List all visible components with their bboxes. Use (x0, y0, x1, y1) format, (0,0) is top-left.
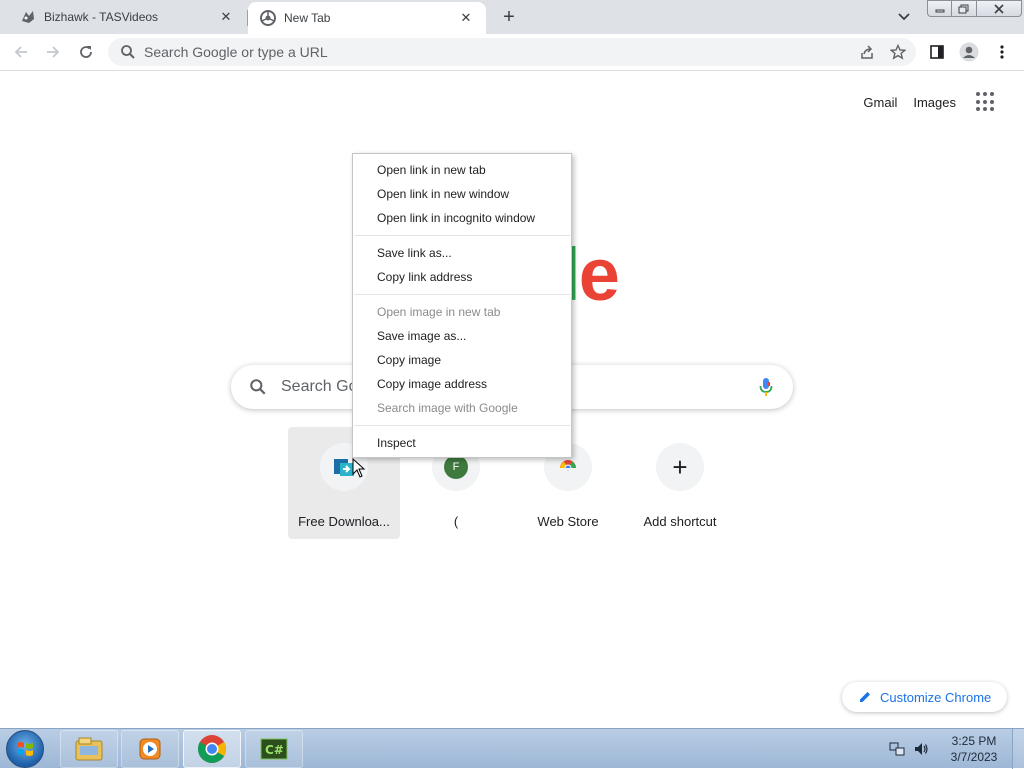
start-button[interactable] (6, 730, 44, 768)
address-placeholder: Search Google or type a URL (144, 44, 328, 60)
back-arrow-icon (14, 46, 27, 58)
media-player-icon (139, 738, 161, 760)
show-desktop-button[interactable] (1012, 729, 1024, 769)
bookmark-star-icon[interactable] (885, 39, 911, 65)
tab-close-icon[interactable]: ✕ (458, 10, 474, 26)
browser-toolbar: Search Google or type a URL (0, 34, 1024, 71)
side-panel-button[interactable] (924, 39, 950, 65)
reload-button[interactable] (73, 39, 99, 65)
minimize-button[interactable] (927, 0, 952, 17)
shortcut-label: Free Downloa... (298, 514, 390, 529)
profile-button[interactable] (956, 39, 982, 65)
taskbar: C# 3:25 PM 3/7/2023 (0, 728, 1024, 769)
tab-bizhawk[interactable]: Bizhawk - TASVideos ✕ (0, 0, 246, 34)
images-link[interactable]: Images (913, 95, 956, 110)
customize-chrome-button[interactable]: Customize Chrome (842, 682, 1007, 712)
share-icon[interactable] (854, 39, 880, 65)
tab-strip: Bizhawk - TASVideos ✕ New Tab ✕ + (0, 0, 1024, 34)
tab-title: Bizhawk - TASVideos (44, 10, 159, 24)
restore-button[interactable] (952, 0, 977, 17)
menu-copy-image[interactable]: Copy image (353, 349, 571, 371)
kebab-menu-icon (1000, 45, 1004, 59)
taskbar-chrome[interactable] (183, 730, 241, 768)
system-tray (888, 729, 936, 769)
shortcut-label: Web Store (537, 514, 599, 529)
menu-open-link-new-tab[interactable]: Open link in new tab (353, 159, 571, 181)
tab-close-icon[interactable]: ✕ (218, 9, 234, 25)
forward-button[interactable] (40, 39, 66, 65)
mouse-cursor-icon (352, 458, 366, 478)
menu-separator (354, 425, 570, 426)
menu-separator (354, 235, 570, 236)
forward-arrow-icon (47, 46, 60, 58)
bizhawk-favicon-icon (20, 9, 36, 25)
shortcut-label: ( (453, 514, 459, 529)
side-panel-icon (930, 45, 944, 59)
shortcut-add[interactable]: + Add shortcut (624, 427, 736, 539)
windows-explorer-icon (75, 737, 103, 761)
taskbar-csharp-ide[interactable]: C# (245, 730, 303, 768)
pencil-icon (858, 690, 872, 704)
clock-time: 3:25 PM (951, 734, 997, 748)
shortcut-label: Add shortcut (643, 514, 717, 529)
address-bar[interactable]: Search Google or type a URL (108, 38, 916, 66)
windows-logo-icon (17, 742, 33, 756)
tab-title: New Tab (284, 11, 331, 25)
plus-icon: + (656, 443, 704, 491)
new-tab-button[interactable]: + (497, 5, 521, 29)
menu-separator (354, 294, 570, 295)
taskbar-media-player[interactable] (121, 730, 179, 768)
avatar-letter: F (444, 455, 468, 479)
chrome-favicon-icon (260, 10, 276, 26)
reload-icon (80, 46, 92, 58)
chrome-menu-button[interactable] (989, 39, 1015, 65)
profile-avatar-icon (959, 42, 979, 62)
menu-search-image-google: Search image with Google (377, 401, 518, 415)
csharp-ide-icon: C# (260, 738, 288, 760)
chrome-icon (198, 735, 226, 763)
menu-save-image-as[interactable]: Save image as... (353, 325, 571, 347)
menu-open-link-incognito[interactable]: Open link in incognito window (353, 207, 571, 229)
search-icon (249, 378, 267, 396)
menu-copy-link-address[interactable]: Copy link address (353, 266, 571, 288)
taskbar-explorer[interactable] (60, 730, 118, 768)
menu-inspect[interactable]: Inspect (353, 432, 571, 454)
menu-open-link-new-window[interactable]: Open link in new window (353, 183, 571, 205)
close-window-button[interactable] (977, 0, 1022, 17)
menu-open-image-new-tab: Open image in new tab (377, 305, 501, 319)
header-links: Gmail Images (863, 92, 996, 112)
network-icon[interactable] (888, 740, 906, 758)
menu-copy-image-address[interactable]: Copy image address (353, 373, 571, 395)
volume-icon[interactable] (912, 740, 930, 758)
back-button[interactable] (8, 39, 34, 65)
google-apps-grid-icon[interactable] (976, 92, 996, 112)
tab-new-tab[interactable]: New Tab ✕ (248, 2, 486, 34)
gmail-link[interactable]: Gmail (863, 95, 897, 110)
search-icon (120, 44, 136, 60)
voice-search-mic-icon[interactable] (759, 377, 773, 397)
clock-date: 3/7/2023 (950, 750, 998, 764)
taskbar-clock[interactable]: 3:25 PM 3/7/2023 (944, 733, 1004, 765)
window-controls (927, 0, 1022, 18)
customize-label: Customize Chrome (880, 689, 992, 705)
context-menu: Open link in new tab Open link in new wi… (352, 153, 572, 458)
tab-search-chevron-icon[interactable] (894, 7, 914, 27)
menu-save-link-as[interactable]: Save link as... (353, 242, 571, 264)
svg-text:C#: C# (265, 743, 284, 757)
